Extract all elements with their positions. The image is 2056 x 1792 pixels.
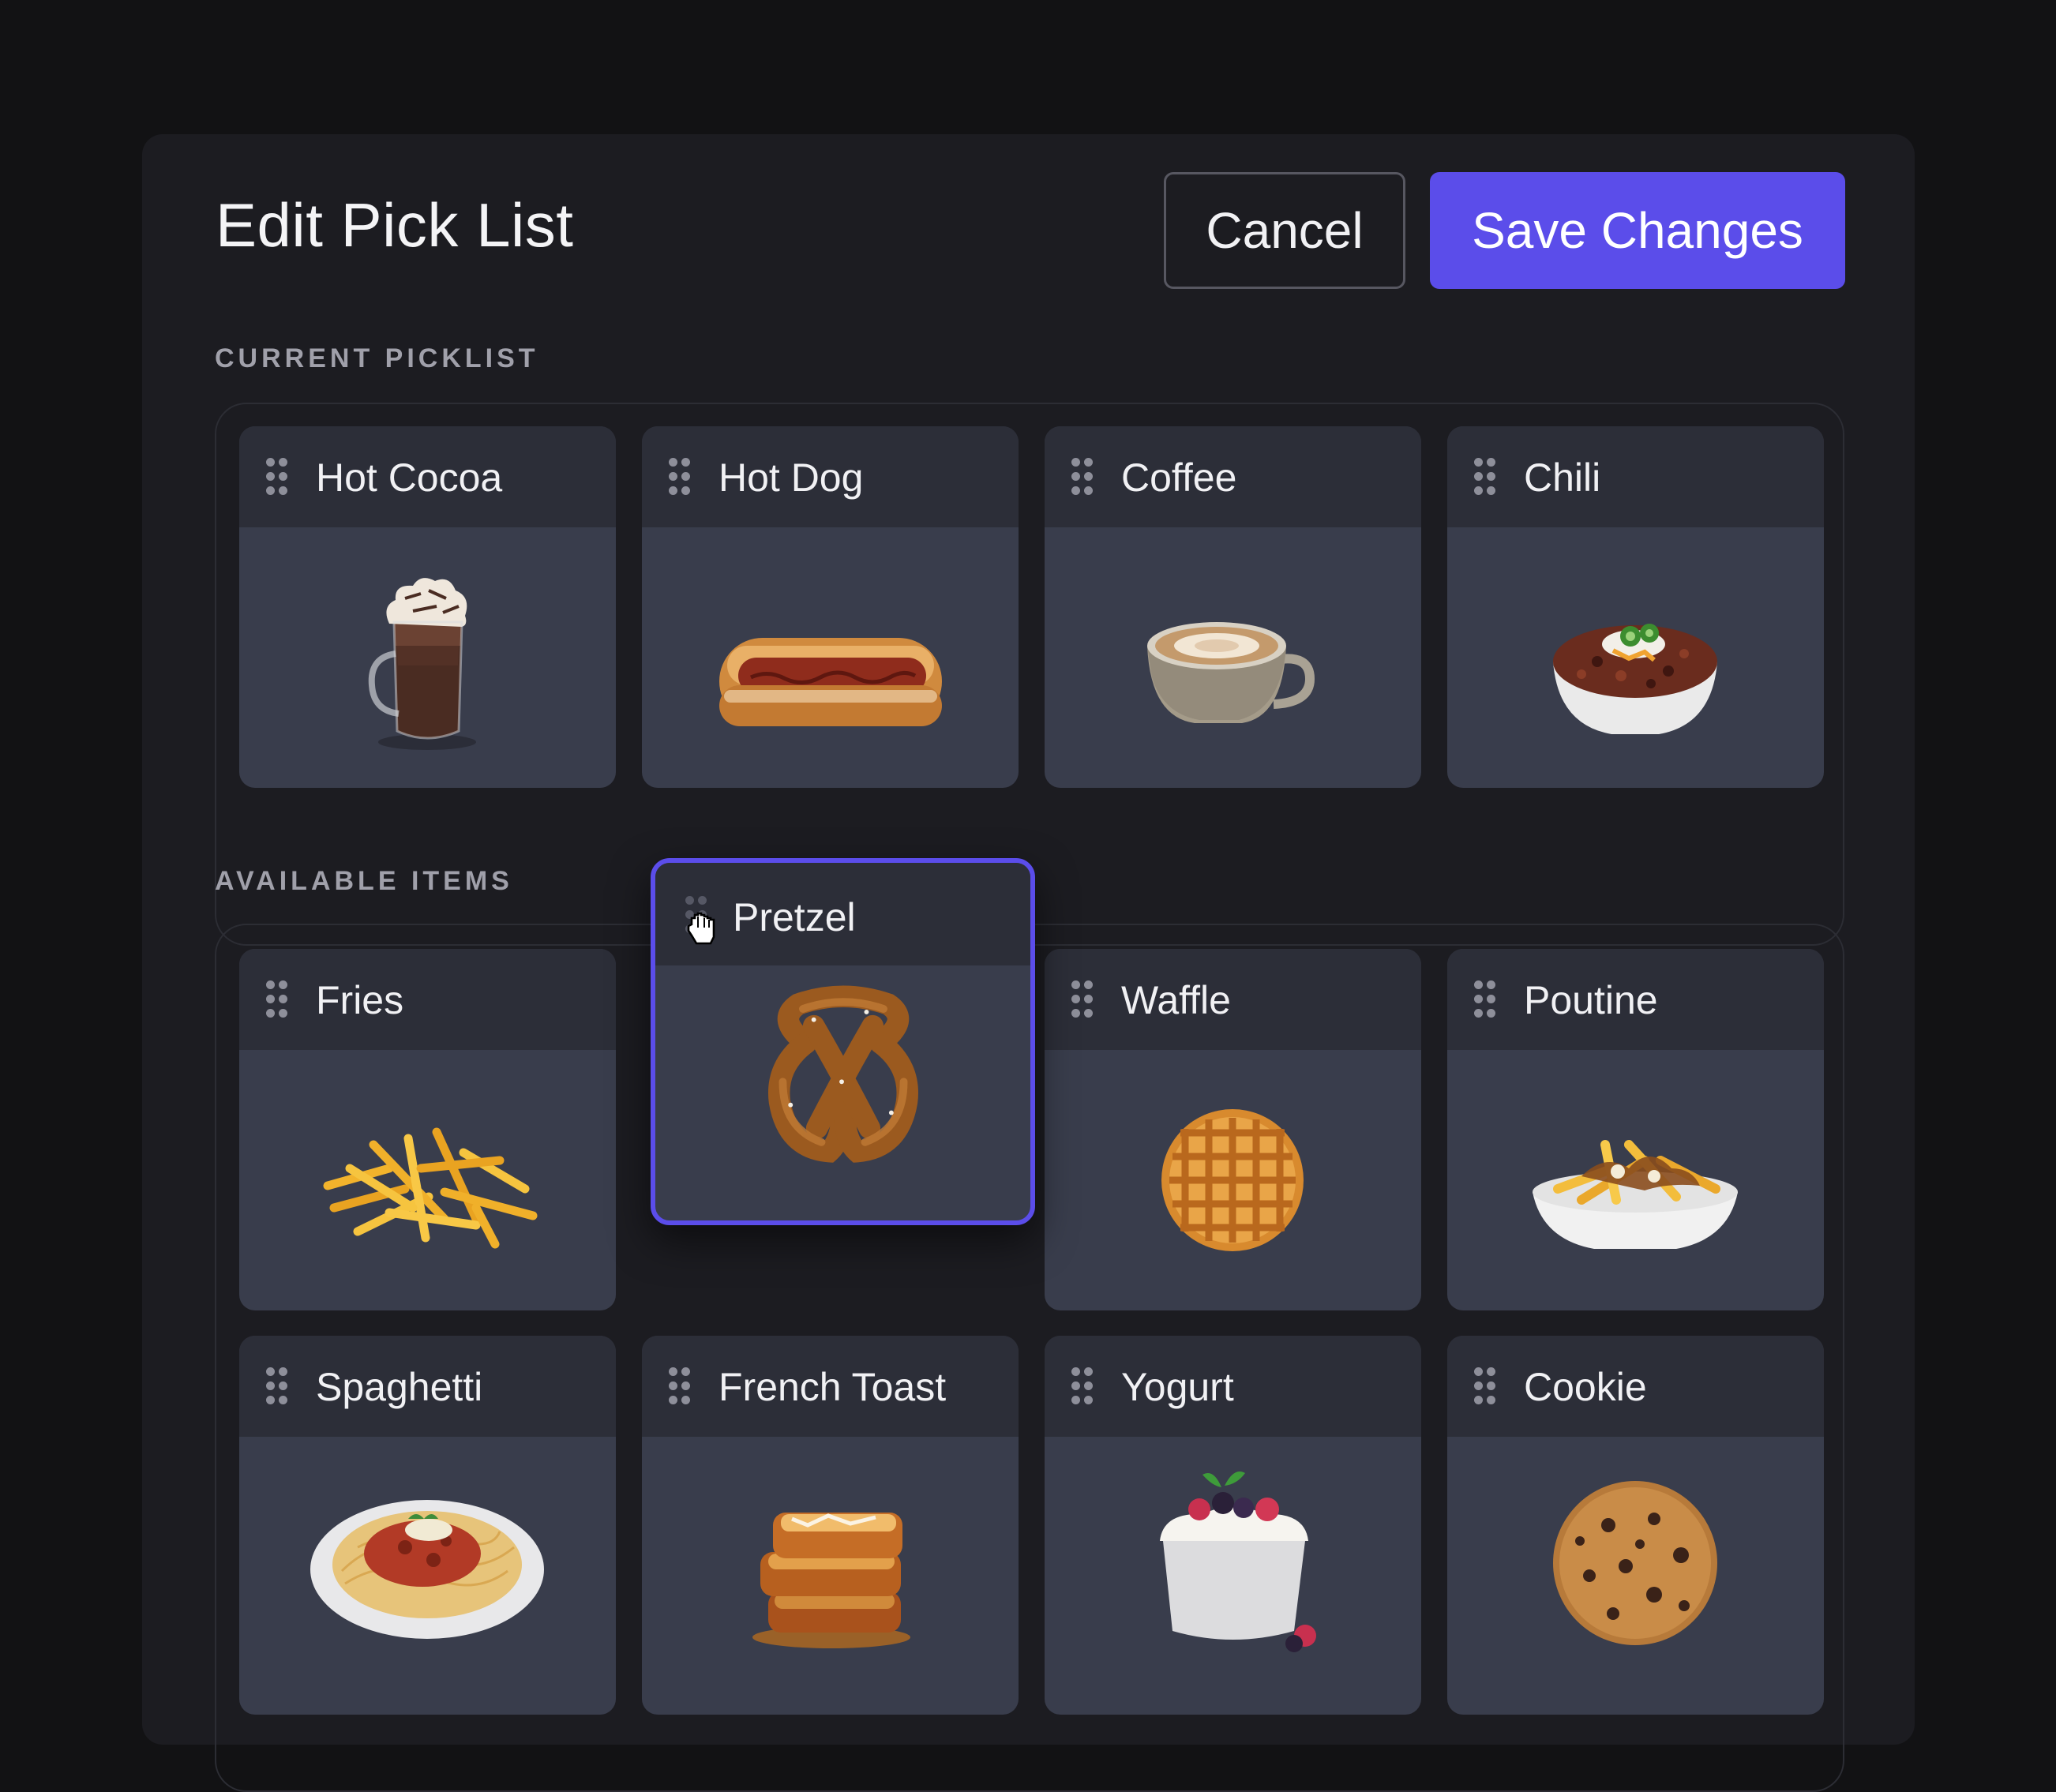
card-label: Poutine	[1524, 978, 1658, 1022]
page-title: Edit Pick List	[216, 190, 574, 260]
chili-image	[1553, 624, 1717, 734]
save-changes-button[interactable]: Save Changes	[1430, 172, 1845, 289]
picklist-card-coffee[interactable]: Coffee	[1045, 426, 1421, 788]
card-header: Hot Cocoa	[239, 426, 616, 527]
fries-image	[323, 1127, 538, 1249]
card-header: French Toast	[642, 1336, 1019, 1437]
card-label: French Toast	[718, 1365, 947, 1409]
available-card-waffle[interactable]: Waffle	[1045, 949, 1421, 1310]
card-header: Hot Dog	[642, 426, 1019, 527]
drag-handle-icon[interactable]	[1474, 980, 1496, 1018]
current-picklist-heading: CURRENT PICKLIST	[215, 343, 539, 373]
drag-handle-icon[interactable]	[669, 1367, 691, 1405]
card-header: Yogurt	[1045, 1336, 1421, 1437]
pretzel-image	[768, 985, 918, 1163]
spaghetti-image	[310, 1500, 544, 1639]
coffee-image	[1147, 622, 1315, 723]
picklist-card-hot-dog[interactable]: Hot Dog	[642, 426, 1019, 788]
card-header: Cookie	[1447, 1336, 1824, 1437]
drag-handle-icon[interactable]	[1071, 458, 1094, 496]
hot-dog-image	[719, 638, 942, 726]
available-card-cookie[interactable]: Cookie	[1447, 1336, 1824, 1715]
yogurt-image	[1160, 1471, 1316, 1652]
card-header: Poutine	[1447, 949, 1824, 1050]
hot-cocoa-image	[368, 578, 476, 750]
card-label: Cookie	[1524, 1365, 1647, 1409]
drag-handle-icon[interactable]	[669, 458, 691, 496]
available-card-fries[interactable]: Fries	[239, 949, 616, 1310]
waffle-image	[1161, 1109, 1304, 1251]
cancel-button[interactable]: Cancel	[1164, 172, 1405, 289]
card-label: Pretzel	[733, 895, 856, 939]
available-card-french-toast[interactable]: French Toast	[642, 1336, 1019, 1715]
cookie-image	[1553, 1481, 1717, 1645]
available-card-spaghetti[interactable]: Spaghetti	[239, 1336, 616, 1715]
drag-handle-icon[interactable]	[266, 980, 288, 1018]
drag-handle-icon[interactable]	[266, 1367, 288, 1405]
drag-handle-icon[interactable]	[1474, 458, 1496, 496]
drag-handle-icon[interactable]	[1474, 1367, 1496, 1405]
card-label: Yogurt	[1121, 1365, 1234, 1409]
card-label: Coffee	[1121, 455, 1237, 500]
available-card-poutine[interactable]: Poutine	[1447, 949, 1824, 1310]
card-label: Hot Cocoa	[316, 455, 503, 500]
grab-cursor-icon	[687, 912, 715, 945]
card-label: Spaghetti	[316, 1365, 483, 1409]
card-label: Chili	[1524, 455, 1601, 500]
available-items-heading: AVAILABLE ITEMS	[215, 866, 513, 896]
drag-handle-icon[interactable]	[1071, 1367, 1094, 1405]
card-header: Spaghetti	[239, 1336, 616, 1437]
available-card-yogurt[interactable]: Yogurt	[1045, 1336, 1421, 1715]
picklist-card-chili[interactable]: Chili	[1447, 426, 1824, 788]
picklist-card-hot-cocoa[interactable]: Hot Cocoa	[239, 426, 616, 788]
card-label: Hot Dog	[718, 455, 864, 500]
card-header: Fries	[239, 949, 616, 1050]
card-header: Waffle	[1045, 949, 1421, 1050]
poutine-image	[1533, 1140, 1738, 1249]
french-toast-image	[752, 1513, 910, 1648]
drag-handle-icon[interactable]	[266, 458, 288, 496]
drag-handle-icon[interactable]	[1071, 980, 1094, 1018]
card-header: Coffee	[1045, 426, 1421, 527]
card-label: Fries	[316, 978, 404, 1022]
card-header: Chili	[1447, 426, 1824, 527]
card-label: Waffle	[1121, 978, 1231, 1022]
